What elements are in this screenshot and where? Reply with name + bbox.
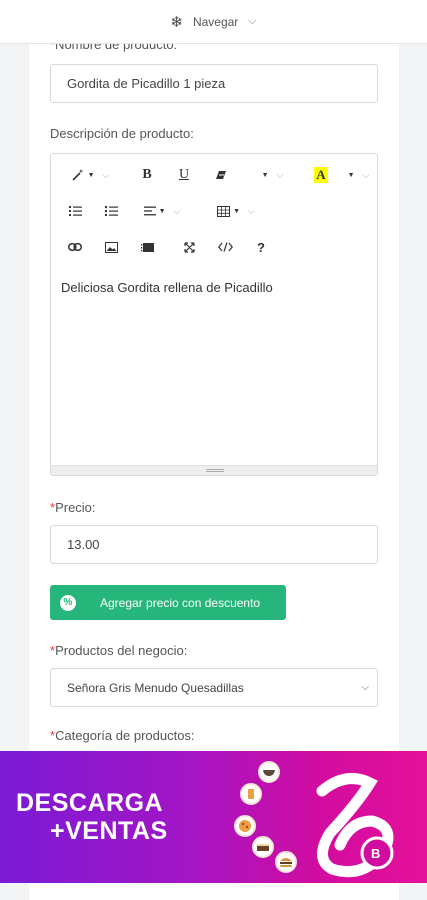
add-discount-price-button[interactable]: % Agregar precio con descuento [50,585,286,620]
table-icon[interactable]: ▼ ⌵ [211,196,261,226]
business-products-label-text: Productos del negocio: [55,643,188,658]
category-label: *Categoría de productos: [50,728,195,743]
magic-wand-icon[interactable]: ▼ ⌵ [65,160,115,190]
add-discount-price-label: Agregar precio con descuento [100,595,261,610]
editor-toolbar-row-1: ▼ ⌵ B U ▼ ⌵ A ▼ ⌵ [51,160,377,190]
app-logo-icon [316,773,394,878]
description-label: Descripción de producto: [50,126,194,141]
banner-line-2: +VENTAS [50,817,168,845]
price-label-text: Precio: [55,500,96,515]
align-icon[interactable]: ▼ ⌵ [137,196,187,226]
fullscreen-icon[interactable] [177,232,201,262]
food-burger-icon [275,851,297,873]
banner-headline: DESCARGA +VENTAS [16,789,168,845]
style-dropdown[interactable]: ▼ ⌵ [251,160,291,190]
food-cake-icon [252,836,274,858]
category-label-text: Categoría de productos: [55,728,195,743]
business-products-select[interactable]: Señora Gris Menudo Quesadillas ⌵ [50,668,378,707]
numbered-list-icon[interactable] [99,196,123,226]
food-drink-icon [240,783,262,805]
food-pizza-icon [234,815,256,837]
promo-banner[interactable]: DESCARGA +VENTAS B [0,751,427,883]
business-products-selected: Señora Gris Menudo Quesadillas [67,680,244,695]
business-products-label: *Productos del negocio: [50,643,187,658]
underline-button[interactable]: U [172,160,196,190]
highlight-letter: A [314,167,328,183]
app-badge-letter: B [371,846,381,861]
editor-content[interactable]: Deliciosa Gordita rellena de Picadillo [61,280,273,295]
image-icon[interactable] [99,232,123,262]
snowflake-icon: ❄ [170,13,183,31]
bottom-card-edge [29,883,399,900]
chevron-down-icon: ⌵ [361,682,369,693]
eraser-icon[interactable] [209,160,233,190]
color-dropdown[interactable]: ▼ ⌵ [339,160,375,190]
food-bowl-icon [258,761,280,783]
top-navigation-bar: ❄ Navegar ⌵ [0,0,427,44]
video-icon[interactable] [135,232,159,262]
price-input[interactable]: 13.00 [50,525,378,564]
bold-button[interactable]: B [135,160,159,190]
percent-icon: % [60,594,76,611]
bulleted-list-icon[interactable] [63,196,87,226]
editor-toolbar-row-3: ? [51,232,377,262]
help-icon[interactable]: ? [249,232,273,262]
rich-text-editor[interactable]: ▼ ⌵ B U ▼ ⌵ A ▼ ⌵ ▼ ⌵ ▼ ⌵ ? Deliciosa Go… [50,153,378,476]
price-label: *Precio: [50,500,96,515]
editor-resize-bar[interactable] [51,465,377,475]
code-view-icon[interactable] [213,232,237,262]
product-name-input[interactable]: Gordita de Picadillo 1 pieza [50,64,378,103]
editor-toolbar-row-2: ▼ ⌵ ▼ ⌵ [51,196,377,226]
navegar-menu[interactable]: Navegar [193,15,238,29]
banner-line-1: DESCARGA [16,789,164,817]
resize-grip-icon[interactable] [206,469,224,472]
link-icon[interactable] [63,232,87,262]
font-color-icon[interactable]: A [309,160,333,190]
chevron-down-icon[interactable]: ⌵ [248,15,256,28]
